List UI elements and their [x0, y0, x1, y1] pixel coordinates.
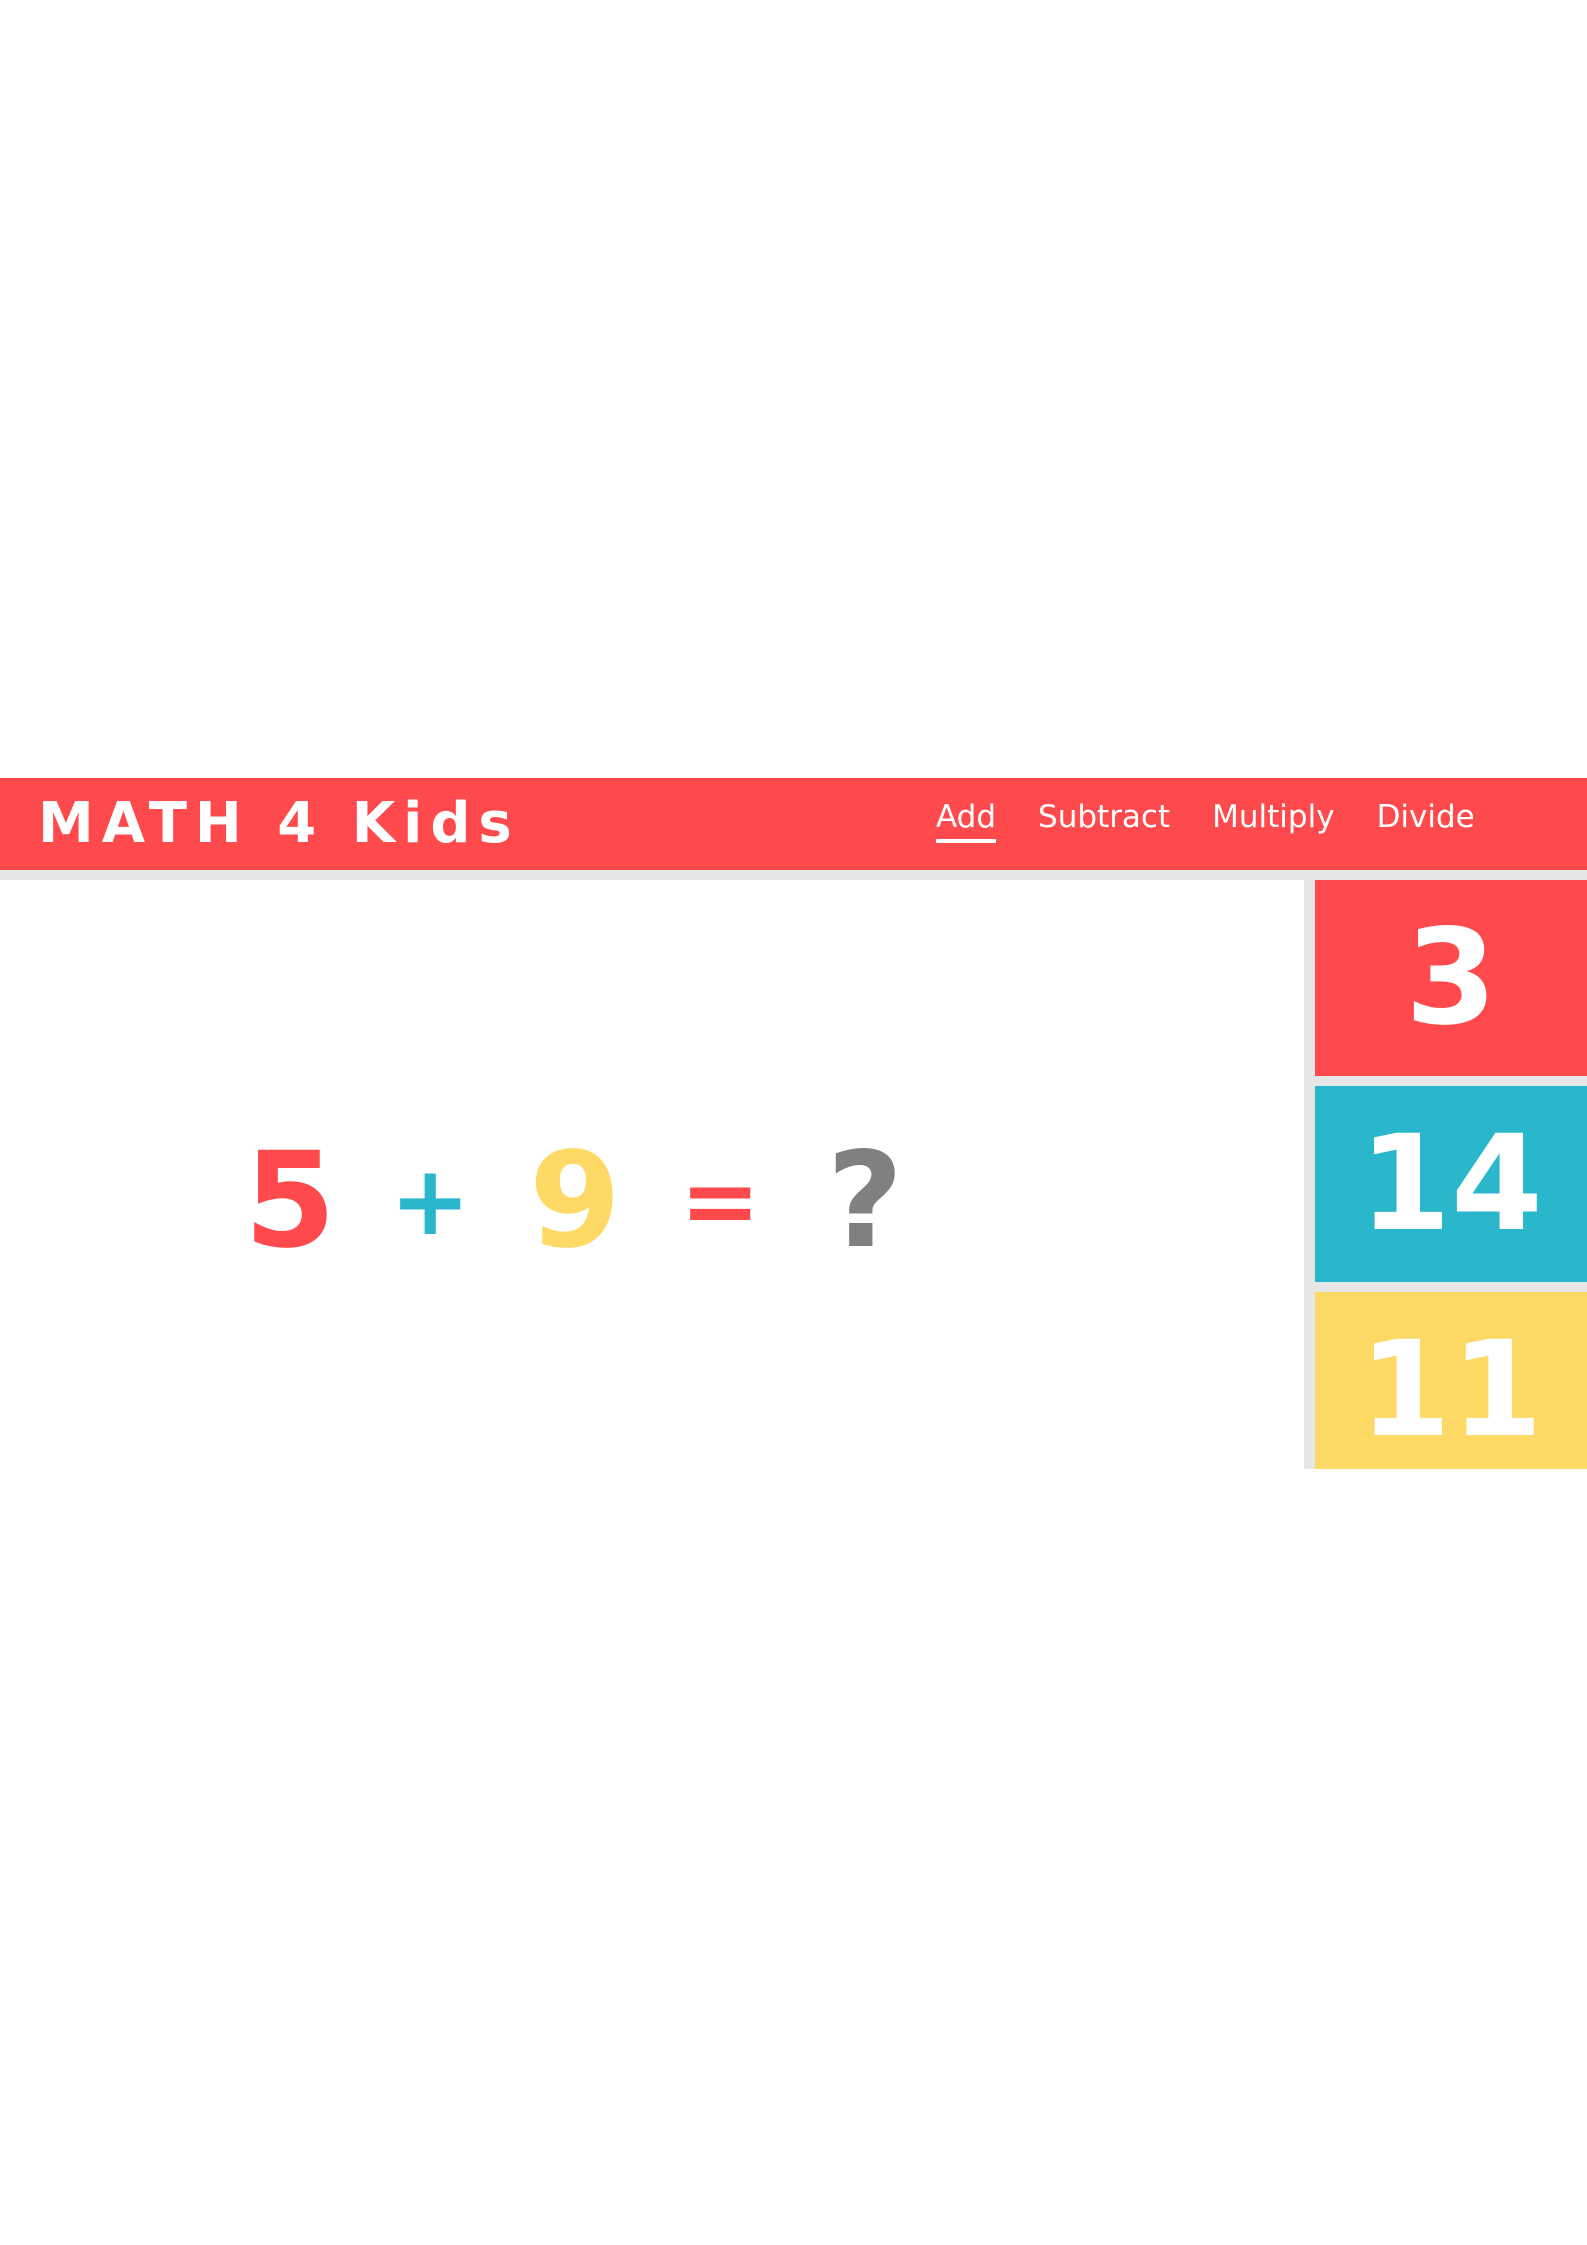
equation: 5 + 9 = ?	[240, 1124, 940, 1278]
equation-operator: +	[390, 1145, 471, 1257]
equation-equals: =	[680, 1145, 761, 1257]
equation-operand-b: 9	[529, 1124, 621, 1278]
equation-unknown: ?	[826, 1124, 904, 1278]
main-nav: Add Subtract Multiply Divide	[936, 778, 1517, 870]
equation-operand-a: 5	[244, 1124, 336, 1278]
nav-multiply[interactable]: Multiply	[1212, 802, 1334, 839]
answer-panel: 3 14 11	[1304, 880, 1587, 1469]
nav-add[interactable]: Add	[936, 802, 997, 843]
nav-subtract[interactable]: Subtract	[1038, 802, 1170, 839]
answer-option-1[interactable]: 3	[1315, 880, 1587, 1076]
answer-option-2[interactable]: 14	[1315, 1086, 1587, 1282]
header-bar: MATH 4 Kids Add Subtract Multiply Divide	[0, 778, 1587, 870]
answer-option-3[interactable]: 11	[1315, 1292, 1587, 1469]
nav-divide[interactable]: Divide	[1377, 802, 1475, 839]
header-divider	[0, 870, 1587, 880]
app-logo[interactable]: MATH 4 Kids	[38, 778, 520, 870]
math-app: MATH 4 Kids Add Subtract Multiply Divide…	[0, 778, 1587, 1469]
